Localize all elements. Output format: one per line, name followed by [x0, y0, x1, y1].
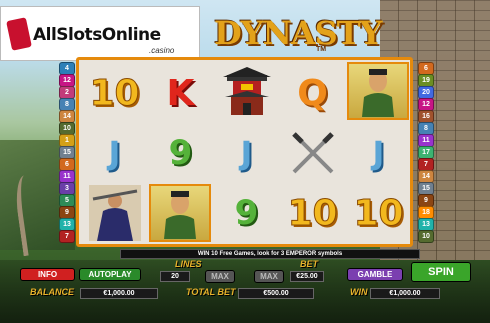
temple-icon: [215, 64, 278, 122]
balance-label: BALANCE: [30, 287, 74, 297]
symbol-9: 9: [234, 193, 259, 233]
site-logo: AllSlotsOnline .casino: [0, 6, 200, 61]
bet-max-button[interactable]: MAX: [254, 270, 284, 283]
game-title: DYNASTY: [214, 14, 382, 52]
emperor-symbol: [347, 62, 409, 120]
win-value: €1,000.00: [370, 288, 440, 299]
symbol-j: J: [240, 134, 253, 172]
warrior-symbol: [83, 184, 146, 242]
message-bar: WIN 10 Free Games, look for 3 EMPEROR sy…: [120, 249, 420, 259]
lines-value: 20: [160, 271, 190, 282]
swords-icon: [281, 124, 344, 182]
trademark: TM: [316, 46, 327, 53]
spin-button[interactable]: SPIN: [411, 262, 471, 282]
symbol-k: K: [166, 72, 195, 114]
info-button[interactable]: INFO: [20, 268, 75, 281]
logo-suffix: .casino: [149, 46, 175, 55]
symbol-j: J: [372, 134, 385, 172]
bet-label: BET: [300, 259, 318, 269]
logo-text: AllSlotsOnline: [33, 25, 161, 45]
emperor-symbol: [149, 184, 211, 242]
payline-marker[interactable]: 10: [418, 230, 434, 243]
lines-label: LINES: [175, 259, 202, 269]
balance-value: €1,000.00: [80, 288, 158, 299]
symbol-10: 10: [89, 72, 140, 114]
card-icon: [6, 17, 32, 51]
game-screen: { "logo": {"name": "AllSlotsOnline", "su…: [0, 0, 490, 323]
autoplay-button[interactable]: AUTOPLAY: [79, 268, 141, 281]
total-bet-label: TOTAL BET: [186, 287, 236, 297]
payline-marker[interactable]: 7: [59, 230, 75, 243]
win-label: WIN: [350, 287, 368, 297]
lines-max-button[interactable]: MAX: [205, 270, 235, 283]
symbol-9: 9: [168, 133, 193, 173]
reel-window: 10 K Q J 9 J J 9 10 10: [76, 57, 413, 247]
symbol-j: J: [108, 134, 121, 172]
total-bet-value: €500.00: [238, 288, 314, 299]
bet-value: €25.00: [290, 271, 324, 282]
symbol-10: 10: [287, 192, 338, 234]
symbol-q: Q: [297, 72, 328, 114]
gamble-button[interactable]: GAMBLE: [347, 268, 403, 281]
symbol-10: 10: [353, 192, 404, 234]
